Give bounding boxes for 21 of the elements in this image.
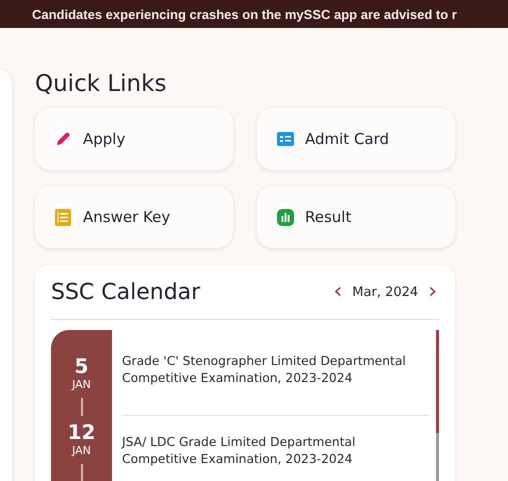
quick-link[interactable]: Apply bbox=[35, 108, 233, 170]
announcement-text: Candidates experiencing crashes on the mySSC app are advised to r bbox=[32, 6, 457, 22]
id-card-icon bbox=[276, 132, 294, 146]
event-title[interactable]: JSA/ LDC Grade Limited Departmental Competitive Examination, 2023-2024 bbox=[122, 434, 430, 468]
event-day: 5 bbox=[74, 354, 88, 378]
notebook-icon bbox=[55, 208, 71, 226]
event-month: JAN bbox=[72, 444, 91, 458]
next-month-button[interactable]: › bbox=[426, 281, 439, 303]
previous-month-button[interactable]: ‹ bbox=[331, 281, 344, 303]
event-month: JAN bbox=[72, 378, 91, 392]
quick-link[interactable]: Result bbox=[257, 186, 455, 248]
scrollbar[interactable] bbox=[436, 330, 439, 481]
bar-chart-icon bbox=[276, 208, 294, 226]
quick-link[interactable]: Answer Key bbox=[35, 186, 233, 248]
quick-link[interactable]: Admit Card bbox=[257, 108, 455, 170]
event-day: 12 bbox=[68, 420, 96, 444]
pencil-icon bbox=[54, 130, 72, 148]
calendar-title: SSC Calendar bbox=[51, 280, 200, 304]
section-title: Quick Links bbox=[35, 70, 168, 98]
month-label: Mar, 2024 bbox=[352, 284, 418, 300]
event-title[interactable]: Grade 'C' Stenographer Limited Departmental Competitive Examination, 2023-2024 bbox=[122, 353, 430, 387]
